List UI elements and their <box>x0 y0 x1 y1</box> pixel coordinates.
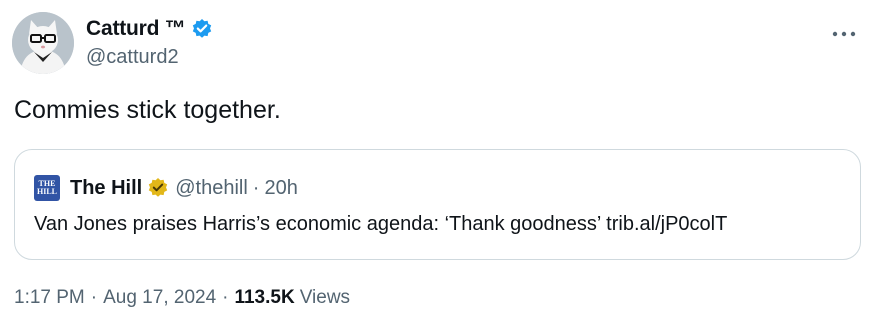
quoted-tweet[interactable]: THE HILL The Hill @thehill · 20h Van Jon… <box>14 149 861 260</box>
logo-line-2: HILL <box>36 187 57 196</box>
gold-verified-badge-icon <box>147 177 169 199</box>
views-count[interactable]: 113.5K <box>234 287 294 309</box>
avatar[interactable] <box>12 12 74 74</box>
the-hill-logo[interactable]: THE HILL <box>34 175 60 201</box>
views-label[interactable]: Views <box>300 287 350 309</box>
more-dots-icon[interactable] <box>830 24 858 44</box>
author-info: Catturd ™ @catturd2 <box>86 16 213 69</box>
verified-badge-icon[interactable] <box>191 18 213 40</box>
tweet-header: Catturd ™ @catturd2 <box>12 12 868 74</box>
display-name[interactable]: Catturd ™ <box>86 17 186 41</box>
quoted-display-name[interactable]: The Hill <box>70 177 142 200</box>
tweet-meta: 1:17 PM · Aug 17, 2024 · 113.5K Views <box>14 287 350 309</box>
separator: · <box>222 287 229 308</box>
quoted-handle[interactable]: @thehill <box>175 177 248 200</box>
tweet-time[interactable]: 1:17 PM <box>14 287 85 309</box>
quoted-text: Van Jones praises Harris’s economic agen… <box>34 213 728 235</box>
tweet-text: Commies stick together. <box>14 96 281 124</box>
quoted-time[interactable]: 20h <box>264 177 297 200</box>
separator: · <box>252 176 260 199</box>
quoted-tweet-header: THE HILL The Hill @thehill · 20h <box>34 174 298 202</box>
author-handle[interactable]: @catturd2 <box>86 46 213 69</box>
separator: · <box>90 287 98 308</box>
tweet-date[interactable]: Aug 17, 2024 <box>103 287 216 309</box>
